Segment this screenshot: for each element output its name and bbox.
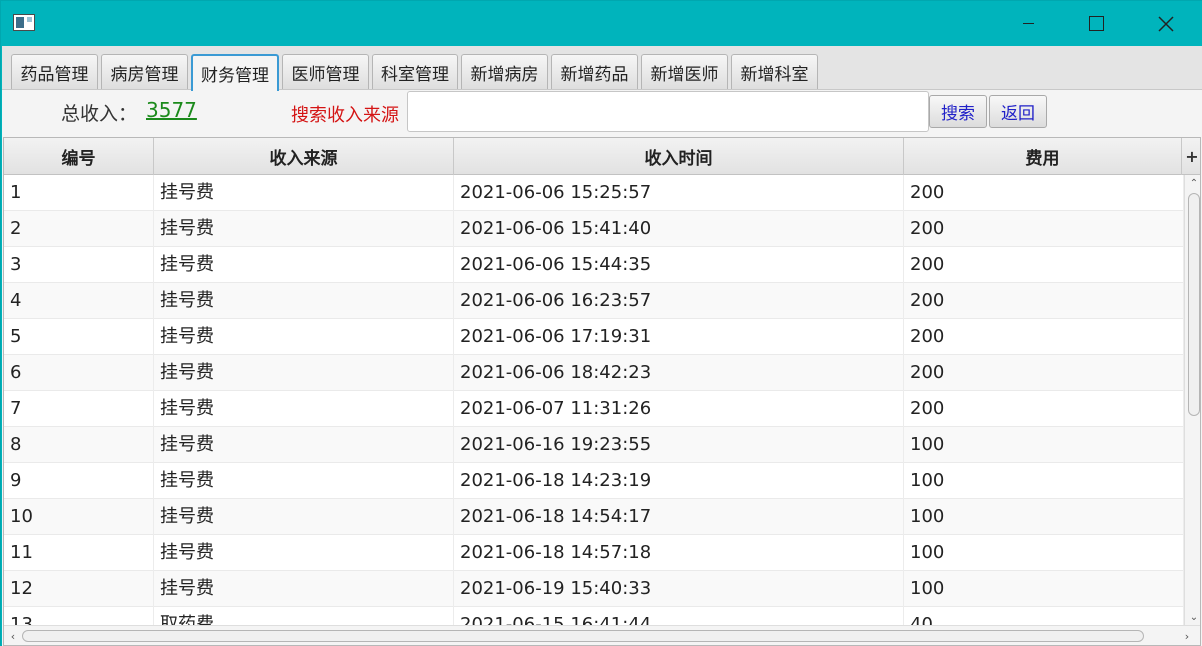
cell-fee: 200 bbox=[904, 355, 1184, 391]
table-row[interactable]: 4 挂号费 2021-06-06 16:23:57 200 bbox=[4, 283, 1184, 319]
cell-fee: 200 bbox=[904, 319, 1184, 355]
search-source-input[interactable] bbox=[407, 91, 929, 132]
cell-time: 2021-06-18 14:54:17 bbox=[454, 499, 904, 535]
cell-fee: 200 bbox=[904, 283, 1184, 319]
cell-time: 2021-06-18 14:57:18 bbox=[454, 535, 904, 571]
column-header-fee[interactable]: 费用 bbox=[904, 138, 1182, 175]
cell-source: 挂号费 bbox=[154, 427, 454, 463]
cell-fee: 200 bbox=[904, 247, 1184, 283]
cell-id: 2 bbox=[4, 211, 154, 247]
cell-id: 11 bbox=[4, 535, 154, 571]
cell-time: 2021-06-06 16:23:57 bbox=[454, 283, 904, 319]
vertical-scroll-thumb[interactable] bbox=[1188, 193, 1200, 416]
tab-add-physician[interactable]: 新增医师 bbox=[641, 54, 728, 89]
cell-fee: 200 bbox=[904, 211, 1184, 247]
cell-time: 2021-06-06 17:19:31 bbox=[454, 319, 904, 355]
tab-add-department[interactable]: 新增科室 bbox=[731, 54, 818, 89]
table-header: 编号 收入来源 收入时间 费用 + bbox=[4, 138, 1200, 175]
column-header-source[interactable]: 收入来源 bbox=[154, 138, 454, 175]
cell-time: 2021-06-07 11:31:26 bbox=[454, 391, 904, 427]
cell-source: 挂号费 bbox=[154, 463, 454, 499]
cell-id: 3 bbox=[4, 247, 154, 283]
search-button[interactable]: 搜索 bbox=[929, 95, 987, 128]
cell-id: 5 bbox=[4, 319, 154, 355]
cell-id: 12 bbox=[4, 571, 154, 607]
search-source-label: 搜索收入来源 bbox=[291, 105, 399, 126]
table-row[interactable]: 6 挂号费 2021-06-06 18:42:23 200 bbox=[4, 355, 1184, 391]
tab-finance-management[interactable]: 财务管理 bbox=[191, 54, 279, 91]
cell-source: 挂号费 bbox=[154, 571, 454, 607]
cell-fee: 100 bbox=[904, 427, 1184, 463]
cell-time: 2021-06-06 18:42:23 bbox=[454, 355, 904, 391]
cell-id: 8 bbox=[4, 427, 154, 463]
app-window-icon bbox=[13, 14, 35, 31]
cell-id: 10 bbox=[4, 499, 154, 535]
cell-source: 挂号费 bbox=[154, 283, 454, 319]
cell-id: 6 bbox=[4, 355, 154, 391]
table-row[interactable]: 7 挂号费 2021-06-07 11:31:26 200 bbox=[4, 391, 1184, 427]
app-window: 药品管理 病房管理 财务管理 医师管理 科室管理 新增病房 新增药品 新增医师 … bbox=[0, 0, 1202, 646]
title-bar[interactable] bbox=[1, 1, 1202, 46]
scroll-left-icon[interactable]: ‹ bbox=[4, 626, 22, 645]
tab-add-ward[interactable]: 新增病房 bbox=[461, 54, 548, 89]
cell-fee: 100 bbox=[904, 535, 1184, 571]
total-income-value[interactable]: 3577 bbox=[146, 98, 197, 122]
table-row[interactable]: 8 挂号费 2021-06-16 19:23:55 100 bbox=[4, 427, 1184, 463]
cell-source: 挂号费 bbox=[154, 499, 454, 535]
table-row[interactable]: 11 挂号费 2021-06-18 14:57:18 100 bbox=[4, 535, 1184, 571]
minimize-icon[interactable] bbox=[1005, 1, 1051, 46]
maximize-icon[interactable] bbox=[1073, 1, 1119, 46]
table-row[interactable]: 12 挂号费 2021-06-19 15:40:33 100 bbox=[4, 571, 1184, 607]
cell-time: 2021-06-06 15:41:40 bbox=[454, 211, 904, 247]
scroll-up-icon[interactable]: ⌃ bbox=[1185, 175, 1200, 191]
table-row[interactable]: 1 挂号费 2021-06-06 15:25:57 200 bbox=[4, 175, 1184, 211]
cell-fee: 100 bbox=[904, 571, 1184, 607]
cell-source: 挂号费 bbox=[154, 535, 454, 571]
cell-time: 2021-06-18 14:23:19 bbox=[454, 463, 904, 499]
cell-source: 挂号费 bbox=[154, 211, 454, 247]
cell-fee: 100 bbox=[904, 463, 1184, 499]
tab-department-management[interactable]: 科室管理 bbox=[372, 54, 458, 89]
column-header-id[interactable]: 编号 bbox=[4, 138, 154, 175]
cell-id: 9 bbox=[4, 463, 154, 499]
income-table: 编号 收入来源 收入时间 费用 + 1 挂号费 2021-06-06 15:25:5… bbox=[3, 137, 1201, 646]
total-income-label: 总收入： bbox=[61, 103, 138, 125]
cell-id: 7 bbox=[4, 391, 154, 427]
table-row[interactable]: 3 挂号费 2021-06-06 15:44:35 200 bbox=[4, 247, 1184, 283]
table-row[interactable]: 10 挂号费 2021-06-18 14:54:17 100 bbox=[4, 499, 1184, 535]
scroll-down-icon[interactable]: ⌄ bbox=[1185, 609, 1200, 625]
main-content: 药品管理 病房管理 财务管理 医师管理 科室管理 新增病房 新增药品 新增医师 … bbox=[2, 46, 1202, 646]
cell-source: 挂号费 bbox=[154, 175, 454, 211]
close-icon[interactable] bbox=[1143, 1, 1189, 46]
cell-id: 1 bbox=[4, 175, 154, 211]
cell-source: 挂号费 bbox=[154, 319, 454, 355]
cell-time: 2021-06-06 15:25:57 bbox=[454, 175, 904, 211]
horizontal-scroll-thumb[interactable] bbox=[22, 630, 1144, 642]
column-menu-button[interactable]: + bbox=[1182, 138, 1200, 175]
cell-time: 2021-06-19 15:40:33 bbox=[454, 571, 904, 607]
tab-add-drug[interactable]: 新增药品 bbox=[551, 54, 638, 89]
cell-fee: 200 bbox=[904, 391, 1184, 427]
tab-drug-management[interactable]: 药品管理 bbox=[11, 54, 98, 89]
cell-source: 挂号费 bbox=[154, 355, 454, 391]
column-header-time[interactable]: 收入时间 bbox=[454, 138, 904, 175]
scroll-right-icon[interactable]: › bbox=[1178, 626, 1196, 645]
table-row[interactable]: 9 挂号费 2021-06-18 14:23:19 100 bbox=[4, 463, 1184, 499]
table-row[interactable]: 2 挂号费 2021-06-06 15:41:40 200 bbox=[4, 211, 1184, 247]
vertical-scrollbar[interactable]: ⌃ ⌄ bbox=[1184, 175, 1200, 625]
cell-fee: 100 bbox=[904, 499, 1184, 535]
horizontal-scrollbar[interactable]: ‹ › bbox=[4, 625, 1200, 645]
tab-ward-management[interactable]: 病房管理 bbox=[101, 54, 188, 89]
table-row[interactable]: 5 挂号费 2021-06-06 17:19:31 200 bbox=[4, 319, 1184, 355]
cell-source: 挂号费 bbox=[154, 391, 454, 427]
back-button[interactable]: 返回 bbox=[989, 95, 1047, 128]
tab-physician-management[interactable]: 医师管理 bbox=[282, 54, 369, 89]
cell-time: 2021-06-16 19:23:55 bbox=[454, 427, 904, 463]
tab-bar: 药品管理 病房管理 财务管理 医师管理 科室管理 新增病房 新增药品 新增医师 … bbox=[2, 46, 1202, 91]
cell-source: 挂号费 bbox=[154, 247, 454, 283]
cell-time: 2021-06-06 15:44:35 bbox=[454, 247, 904, 283]
cell-fee: 200 bbox=[904, 175, 1184, 211]
cell-id: 4 bbox=[4, 283, 154, 319]
